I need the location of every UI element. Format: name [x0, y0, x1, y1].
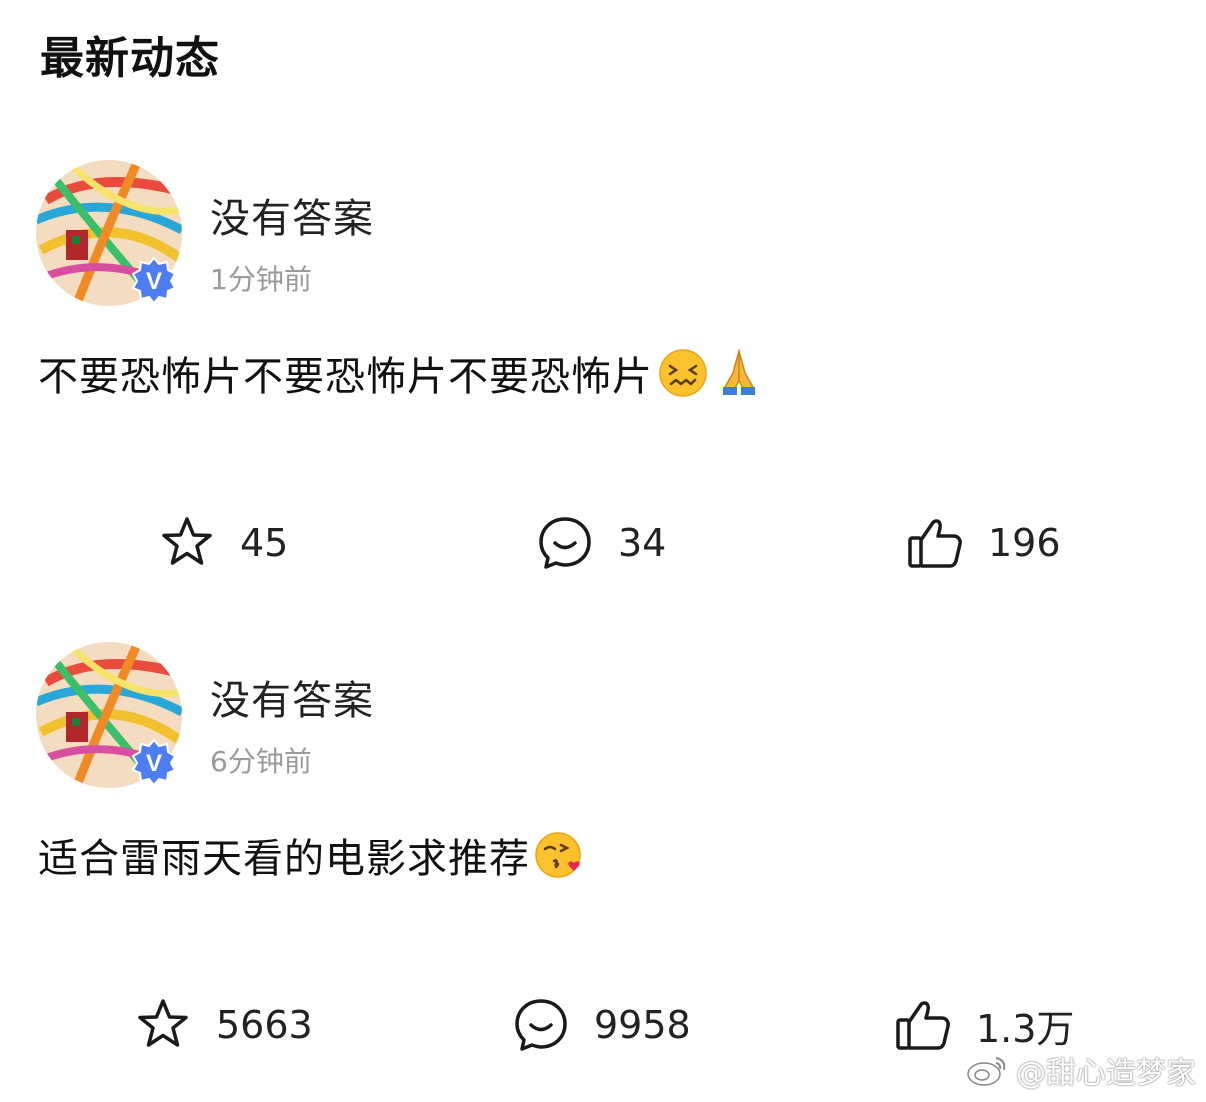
- comment-count: 9958: [594, 1003, 691, 1047]
- like-count: 196: [988, 521, 1061, 565]
- post-text: 适合雷雨天看的电影求推荐: [38, 826, 586, 884]
- favorite-button[interactable]: 5663: [134, 996, 313, 1054]
- comment-button[interactable]: 34: [536, 514, 666, 572]
- favorite-button[interactable]: 45: [158, 514, 288, 572]
- thumbs-up-icon: [896, 1001, 950, 1050]
- thumbs-up-icon: [908, 519, 962, 568]
- watermark-text: @甜心造梦家: [1016, 1056, 1196, 1091]
- svg-text:V: V: [146, 268, 162, 295]
- feed-page: 最新动态 V 没有答案 1分钟前 不要恐怖片不要恐怖片不要恐怖片 45 34 1…: [0, 0, 1206, 1102]
- like-button[interactable]: 196: [906, 514, 1061, 572]
- favorite-count: 5663: [216, 1003, 313, 1047]
- folded-hands-emoji-icon: [723, 348, 755, 395]
- star-outline-icon: [138, 999, 188, 1047]
- svg-text:V: V: [146, 750, 162, 777]
- post-text-content: 不要恐怖片不要恐怖片不要恐怖片: [38, 354, 653, 400]
- favorite-count: 45: [240, 521, 289, 565]
- weibo-logo-icon: [967, 1057, 1006, 1086]
- section-title: 最新动态: [40, 33, 220, 84]
- timestamp: 1分钟前: [210, 263, 312, 296]
- speech-bubble-icon: [539, 517, 591, 569]
- watermark: @甜心造梦家: [966, 1048, 1196, 1092]
- username[interactable]: 没有答案: [210, 668, 374, 726]
- confounded-face-emoji-icon: [659, 349, 707, 397]
- comment-button[interactable]: 9958: [512, 996, 691, 1054]
- post-text: 不要恐怖片不要恐怖片不要恐怖片: [38, 344, 765, 402]
- post-text-content: 适合雷雨天看的电影求推荐: [38, 836, 530, 882]
- speech-bubble-icon: [515, 999, 567, 1051]
- like-count: 1.3万: [976, 1006, 1075, 1051]
- comment-count: 34: [618, 521, 667, 565]
- like-button[interactable]: 1.3万: [894, 996, 1074, 1054]
- star-outline-icon: [162, 517, 212, 565]
- verified-badge-icon: V: [130, 256, 178, 304]
- verified-badge-icon: V: [130, 738, 178, 786]
- username[interactable]: 没有答案: [210, 186, 374, 244]
- timestamp: 6分钟前: [210, 745, 312, 778]
- face-blowing-kiss-emoji-icon: [535, 832, 581, 878]
